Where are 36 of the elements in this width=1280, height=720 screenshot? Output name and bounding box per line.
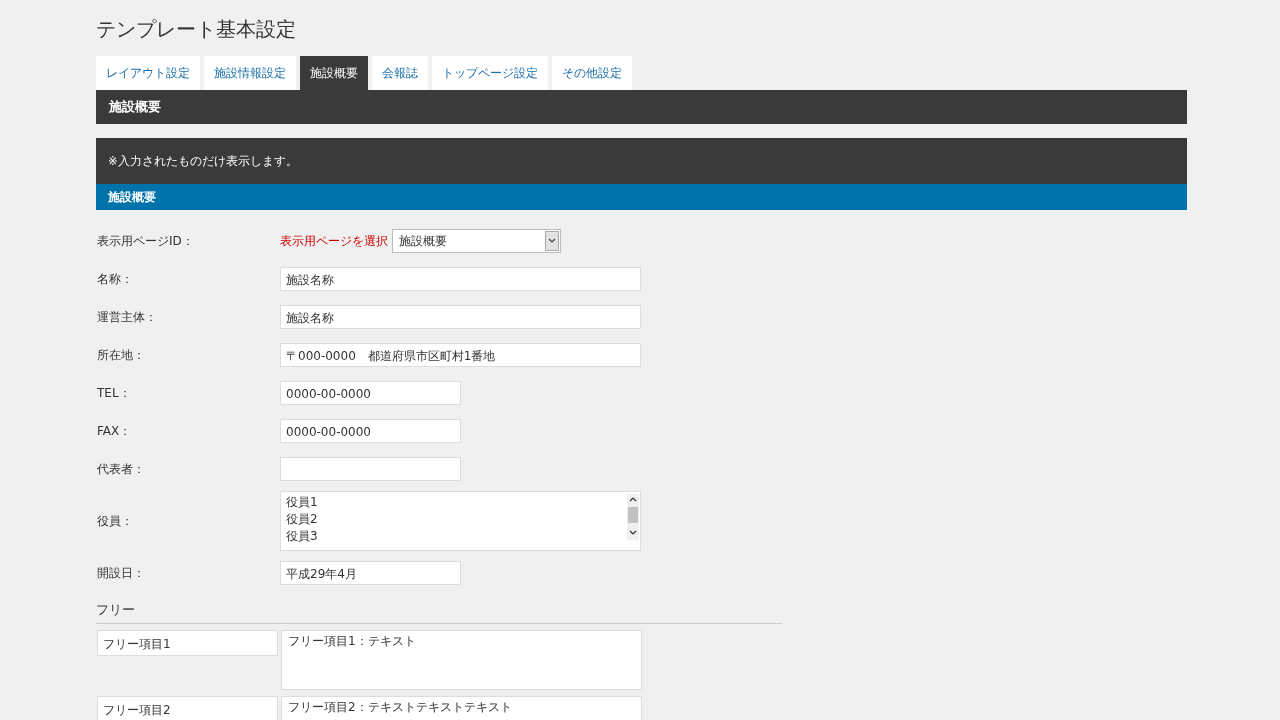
- tab[interactable]: その他設定: [552, 56, 632, 90]
- select-hint: 表示用ページを選択: [280, 233, 388, 249]
- text-area[interactable]: 役員1 役員2 役員3: [280, 491, 641, 551]
- text-field[interactable]: 平成29年4月: [280, 561, 461, 585]
- item-text-area[interactable]: フリー項目1：テキスト: [281, 630, 642, 690]
- text-field[interactable]: 0000-00-0000: [280, 419, 461, 443]
- subsection-header: 施設概要: [96, 184, 1187, 210]
- field-label: 所在地：: [96, 346, 146, 364]
- field-label: TEL：: [96, 384, 132, 402]
- free-heading: フリー: [96, 602, 782, 624]
- field-label: 開設日：: [96, 564, 146, 582]
- item-text-area[interactable]: フリー項目2：テキストテキストテキスト: [281, 696, 642, 720]
- tab[interactable]: 施設概要: [300, 56, 368, 90]
- tab[interactable]: トップページ設定: [432, 56, 548, 90]
- tab[interactable]: 施設情報設定: [204, 56, 296, 90]
- field-label: 役員：: [96, 512, 134, 530]
- section-header: 施設概要: [96, 90, 1187, 124]
- text-field[interactable]: [280, 457, 461, 481]
- item-name-field[interactable]: フリー項目2: [97, 696, 278, 720]
- tab[interactable]: レイアウト設定: [96, 56, 200, 90]
- page-select[interactable]: 施設概要: [392, 229, 561, 253]
- field-label: 運営主体：: [96, 308, 158, 326]
- scrollbar-icon: [627, 494, 639, 540]
- field-label: 表示用ページID：: [96, 232, 195, 250]
- field-label: FAX：: [96, 422, 133, 440]
- text-field[interactable]: 0000-00-0000: [280, 381, 461, 405]
- field-label: 代表者：: [96, 460, 146, 478]
- text-field[interactable]: 施設名称: [280, 267, 641, 291]
- caret-icon: [545, 231, 559, 251]
- text-field[interactable]: 施設名称: [280, 305, 641, 329]
- text-field[interactable]: 〒000-0000 都道府県市区町村1番地: [280, 343, 641, 367]
- item-name-field[interactable]: フリー項目1: [97, 630, 278, 656]
- notice-text: ※入力されたものだけ表示します。: [96, 138, 1187, 184]
- tab[interactable]: 会報誌: [372, 56, 428, 90]
- page-title: テンプレート基本設定: [96, 16, 297, 43]
- field-label: 名称：: [96, 270, 134, 288]
